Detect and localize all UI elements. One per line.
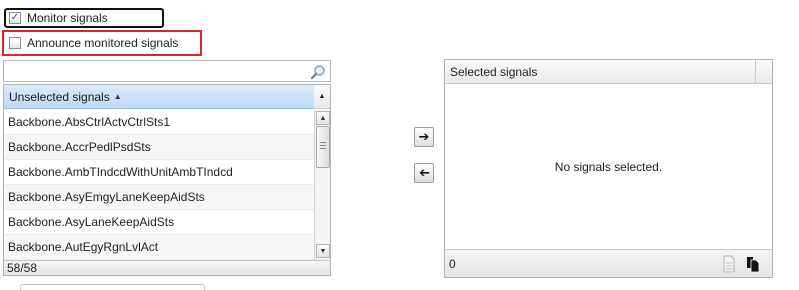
scroll-thumb[interactable] <box>316 126 330 168</box>
selected-signals-header[interactable]: Selected signals <box>445 60 755 84</box>
search-icon[interactable] <box>310 64 326 80</box>
arrow-right-icon: ➔ <box>418 129 430 144</box>
selected-footer: 0 <box>445 249 772 277</box>
remove-signal-button[interactable]: ➔ <box>414 163 434 183</box>
list-item[interactable]: Backbone.AsyEmgyLaneKeepAidSts <box>4 185 314 210</box>
selected-signals-title: Selected signals <box>450 64 538 79</box>
selected-count: 0 <box>449 256 456 271</box>
selected-signals-panel: Selected signals No signals selected. 0 <box>444 59 773 278</box>
unselected-signals-header[interactable]: Unselected signals ▲ <box>4 85 314 109</box>
signal-filter-field[interactable] <box>3 60 331 82</box>
add-signal-button[interactable]: ➔ <box>414 127 434 147</box>
selected-signals-list: No signals selected. <box>445 85 772 249</box>
unselected-footer: 58/58 <box>4 260 330 275</box>
document-icon[interactable] <box>721 255 737 273</box>
copy-icon[interactable] <box>745 255 761 273</box>
list-item[interactable]: Backbone.AutEgyRgnLvlAct <box>4 235 314 260</box>
partial-control-bottom <box>20 284 205 290</box>
scroll-top-icon: ▲ <box>318 93 326 100</box>
announce-monitored-label: Announce monitored signals <box>27 36 179 50</box>
list-item[interactable]: Backbone.AccrPedlPsdSts <box>4 135 314 160</box>
list-item[interactable]: Backbone.AbsCtrlActvCtrlSts1 <box>4 110 314 135</box>
unselected-signals-list: Backbone.AbsCtrlActvCtrlSts1 Backbone.Ac… <box>4 110 314 260</box>
sort-ascending-icon: ▲ <box>113 92 122 101</box>
scroll-up-button[interactable]: ▲ <box>316 111 330 125</box>
monitor-signals-option[interactable]: ✓ Monitor signals <box>4 8 164 28</box>
monitor-signals-checkbox[interactable]: ✓ <box>9 12 21 24</box>
announce-monitored-checkbox[interactable] <box>9 37 21 49</box>
list-item[interactable]: Backbone.AsyLaneKeepAidSts <box>4 210 314 235</box>
header-scroll-corner: ▲ <box>314 85 330 109</box>
empty-list-message: No signals selected. <box>554 160 663 174</box>
unselected-signals-panel: Unselected signals ▲ ▲ Backbone.AbsCtrlA… <box>3 84 331 276</box>
unselected-list-scrollbar[interactable]: ▲ ▼ <box>314 110 330 260</box>
unselected-count: 58/58 <box>7 261 38 275</box>
unselected-signals-title: Unselected signals <box>9 89 110 104</box>
selected-header-corner <box>755 60 772 84</box>
announce-monitored-option[interactable]: Announce monitored signals <box>2 30 202 56</box>
arrow-left-icon: ➔ <box>418 165 430 180</box>
list-item[interactable]: Backbone.AmbTIndcdWithUnitAmbTIndcd <box>4 160 314 185</box>
signal-filter-input[interactable] <box>6 62 310 82</box>
monitor-signals-label: Monitor signals <box>27 11 108 25</box>
scroll-down-button[interactable]: ▼ <box>316 244 330 258</box>
